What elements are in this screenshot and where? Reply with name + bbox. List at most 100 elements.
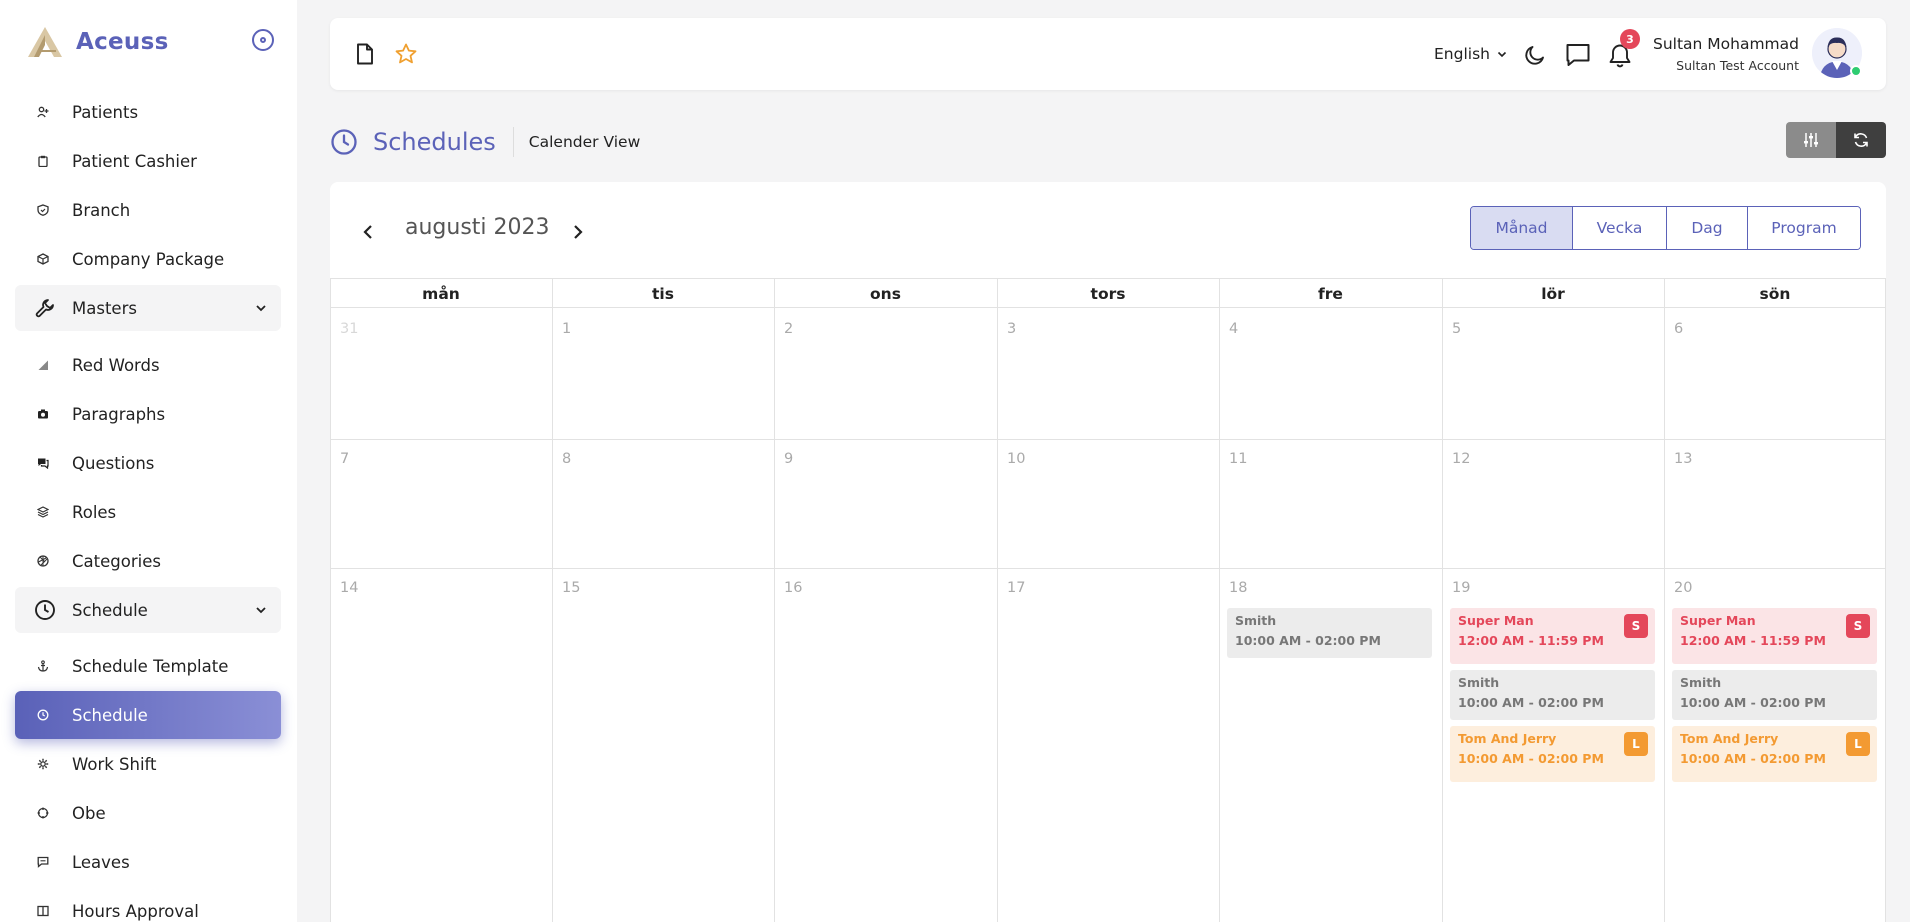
notification-badge: 3	[1620, 29, 1640, 49]
chevron-left-icon[interactable]	[358, 222, 378, 242]
sidebar-item-company-package[interactable]: Company Package	[15, 239, 281, 279]
sidebar-item-label: Categories	[72, 551, 161, 571]
page-title: Schedules	[373, 128, 496, 156]
sidebar-item-label: Schedule Template	[72, 656, 229, 676]
sidebar-item-leaves[interactable]: Leaves	[15, 842, 281, 882]
book-icon	[35, 903, 51, 919]
event-time: 10:00 AM - 02:00 PM	[1680, 695, 1826, 710]
calendar-event[interactable]: Tom And Jerry 10:00 AM - 02:00 PM L	[1672, 726, 1877, 782]
event-time: 12:00 AM - 11:59 PM	[1458, 633, 1604, 648]
sidebar-item-red-words[interactable]: Red Words	[15, 345, 281, 385]
sidebar-collapse-button[interactable]	[252, 29, 274, 51]
sidebar-item-schedule-active[interactable]: Schedule	[15, 691, 281, 739]
calendar-event[interactable]: Smith 10:00 AM - 02:00 PM	[1227, 608, 1432, 658]
day-number[interactable]: 7	[340, 451, 349, 467]
day-number[interactable]: 20	[1674, 580, 1692, 596]
day-number[interactable]: 10	[1007, 451, 1025, 467]
shield-icon	[35, 202, 51, 218]
sidebar-group-schedule[interactable]: Schedule	[15, 587, 281, 633]
day-number[interactable]: 11	[1229, 451, 1247, 467]
sidebar-item-patient-cashier[interactable]: Patient Cashier	[15, 141, 281, 181]
day-number[interactable]: 3	[1007, 321, 1016, 337]
day-number[interactable]: 17	[1007, 580, 1025, 596]
calendar-event[interactable]: Super Man 12:00 AM - 11:59 PM S	[1450, 608, 1655, 664]
sidebar-item-questions[interactable]: Questions	[15, 443, 281, 483]
day-number[interactable]: 4	[1229, 321, 1238, 337]
day-number[interactable]: 2	[784, 321, 793, 337]
language-selector[interactable]: English	[1434, 45, 1508, 63]
brand[interactable]: Aceuss	[26, 22, 169, 62]
day-number[interactable]: 19	[1452, 580, 1470, 596]
event-time: 10:00 AM - 02:00 PM	[1458, 695, 1604, 710]
user-name[interactable]: Sultan Mohammad	[1653, 35, 1799, 53]
calendar-event[interactable]: Super Man 12:00 AM - 11:59 PM S	[1672, 608, 1877, 664]
refresh-button[interactable]	[1836, 122, 1886, 158]
calendar-view-switcher: Månad Vecka Dag Program	[1470, 206, 1861, 250]
weekday-header-row: mån tis ons tors fre lör sön	[330, 279, 1886, 308]
grid-line	[997, 279, 998, 922]
weekday-header: tors	[1090, 284, 1126, 303]
calendar-grid: mån tis ons tors fre lör sön 31 1 2 3 4 …	[330, 278, 1886, 922]
document-icon[interactable]	[355, 43, 375, 65]
calendar-event[interactable]: Tom And Jerry 10:00 AM - 02:00 PM L	[1450, 726, 1655, 782]
chevron-down-icon	[256, 607, 266, 614]
calendar-event[interactable]: Smith 10:00 AM - 02:00 PM	[1672, 670, 1877, 720]
day-number[interactable]: 13	[1674, 451, 1692, 467]
sidebar-item-obe[interactable]: Obe	[15, 793, 281, 833]
sidebar-item-hours-approval[interactable]: Hours Approval	[15, 891, 281, 922]
sidebar-item-schedule-template[interactable]: Schedule Template	[15, 646, 281, 686]
chevron-down-icon	[256, 305, 266, 312]
star-icon[interactable]	[394, 43, 418, 65]
triangle-icon	[35, 357, 51, 373]
page-subtitle: Calender View	[528, 133, 641, 151]
camera-icon	[35, 406, 51, 422]
event-title: Smith	[1235, 613, 1277, 628]
sidebar-item-label: Schedule	[72, 705, 148, 725]
weekday-header: mån	[422, 284, 460, 303]
weekday-header: sön	[1759, 284, 1791, 303]
sidebar-item-paragraphs[interactable]: Paragraphs	[15, 394, 281, 434]
event-time: 10:00 AM - 02:00 PM	[1235, 633, 1381, 648]
weekday-header: lör	[1541, 284, 1565, 303]
sidebar-item-label: Company Package	[72, 249, 225, 269]
sidebar-item-branch[interactable]: Branch	[15, 190, 281, 230]
view-week-button[interactable]: Vecka	[1573, 207, 1667, 249]
anchor-icon	[35, 658, 51, 674]
grid-line	[1442, 279, 1443, 922]
sidebar-item-label: Red Words	[72, 355, 160, 375]
day-number[interactable]: 12	[1452, 451, 1470, 467]
sidebar-item-label: Obe	[72, 803, 106, 823]
chevron-right-icon[interactable]	[568, 222, 588, 242]
filter-button[interactable]	[1786, 122, 1836, 158]
day-number[interactable]: 18	[1229, 580, 1247, 596]
day-number[interactable]: 1	[562, 321, 571, 337]
sidebar-item-roles[interactable]: Roles	[15, 492, 281, 532]
view-program-button[interactable]: Program	[1748, 207, 1860, 249]
chat-icon[interactable]	[1565, 42, 1591, 68]
sidebar-item-categories[interactable]: Categories	[15, 541, 281, 581]
day-number[interactable]: 14	[340, 580, 358, 596]
day-number[interactable]: 5	[1452, 321, 1461, 337]
calendar-event[interactable]: Smith 10:00 AM - 02:00 PM	[1450, 670, 1655, 720]
day-number[interactable]: 16	[784, 580, 802, 596]
view-month-button[interactable]: Månad	[1471, 207, 1573, 249]
event-time: 12:00 AM - 11:59 PM	[1680, 633, 1826, 648]
sidebar-item-work-shift[interactable]: Work Shift	[15, 744, 281, 784]
event-title: Tom And Jerry	[1458, 731, 1557, 746]
sidebar-item-patients[interactable]: Patients	[15, 92, 281, 132]
sidebar-item-label: Patient Cashier	[72, 151, 197, 171]
day-number[interactable]: 6	[1674, 321, 1683, 337]
day-number[interactable]: 15	[562, 580, 580, 596]
calendar-card: augusti 2023 Månad Vecka Dag Program mån…	[330, 182, 1886, 922]
sidebar-item-label: Leaves	[72, 852, 130, 872]
day-number[interactable]: 8	[562, 451, 571, 467]
crosshair-icon	[35, 805, 51, 821]
sidebar-item-label: Patients	[72, 102, 139, 122]
chat-icon	[35, 455, 51, 471]
day-number[interactable]: 31	[340, 321, 358, 337]
moon-icon[interactable]	[1524, 44, 1546, 66]
sidebar-group-masters[interactable]: Masters	[15, 285, 281, 331]
package-icon	[35, 251, 51, 267]
day-number[interactable]: 9	[784, 451, 793, 467]
view-day-button[interactable]: Dag	[1667, 207, 1748, 249]
